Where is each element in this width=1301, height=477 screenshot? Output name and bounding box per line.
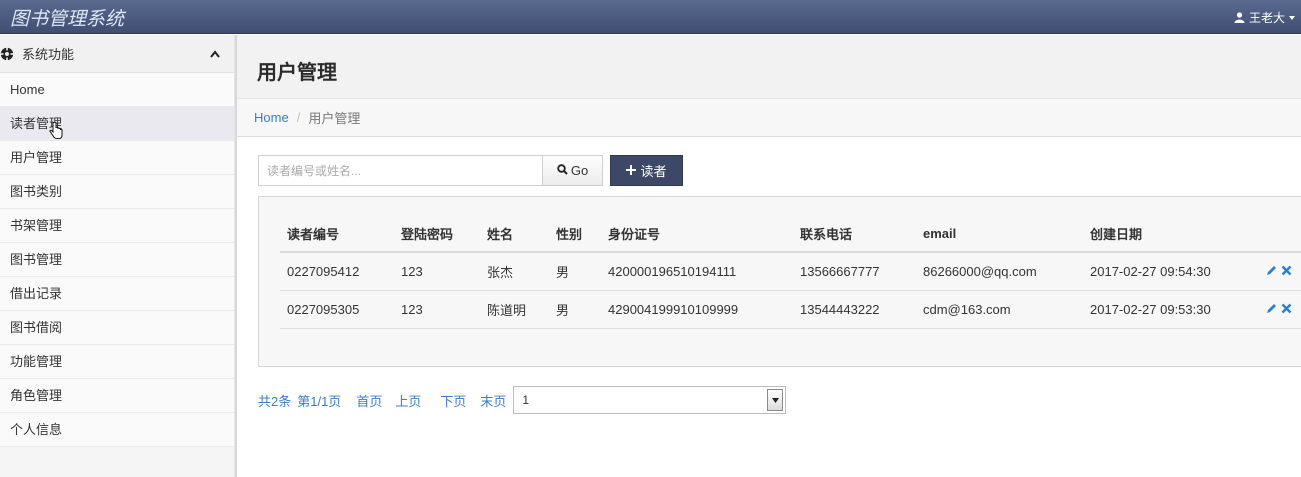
chevron-down-icon — [1289, 15, 1295, 21]
sidebar-item-home[interactable]: Home — [0, 73, 234, 107]
sidebar-section-header[interactable]: 系统功能 — [0, 35, 234, 73]
page-header: 用户管理 — [237, 35, 1301, 99]
sidebar-item-book-management[interactable]: 图书管理 — [0, 243, 234, 277]
cell-email: 86266000@qq.com — [916, 252, 1083, 291]
pager-first-link[interactable]: 首页 — [356, 391, 382, 410]
user-icon — [1234, 12, 1245, 23]
sidebar-item-book-borrowing[interactable]: 图书借阅 — [0, 311, 234, 345]
dropdown-arrow-icon[interactable] — [767, 389, 784, 411]
table-row: 0227095412 123 张杰 男 420000196510194111 1… — [280, 252, 1301, 291]
cell-id-number: 429004199910109999 — [601, 290, 793, 329]
delete-icon[interactable] — [1281, 264, 1292, 279]
sidebar-item-role-management[interactable]: 角色管理 — [0, 379, 234, 413]
cell-id-number: 420000196510194111 — [601, 252, 793, 291]
column-header: 创建日期 — [1083, 215, 1259, 253]
app-title[interactable]: 图书管理系统 — [10, 4, 124, 31]
pager-last-link[interactable]: 末页 — [480, 391, 506, 410]
cell-reader-id: 0227095305 — [280, 290, 394, 329]
cell-name: 张杰 — [480, 252, 549, 291]
go-button-label: Go — [570, 163, 589, 178]
add-reader-label: 读者 — [640, 164, 667, 179]
breadcrumb-current: 用户管理 — [308, 111, 361, 126]
add-reader-button[interactable]: 读者 — [610, 155, 683, 186]
reader-table: 读者编号 登陆密码 姓名 性别 身份证号 联系电话 email 创建日期 022… — [280, 215, 1301, 329]
column-header: email — [916, 215, 1083, 253]
cell-reader-id: 0227095412 — [280, 252, 394, 291]
cell-actions — [1259, 252, 1301, 291]
column-header: 性别 — [549, 215, 601, 253]
sidebar-item-shelf-management[interactable]: 书架管理 — [0, 209, 234, 243]
sidebar-item-reader-management[interactable]: 读者管理 — [0, 107, 234, 141]
sidebar-section-label: 系统功能 — [22, 47, 75, 62]
page-title: 用户管理 — [257, 62, 337, 84]
delete-icon[interactable] — [1281, 302, 1292, 317]
cell-gender: 男 — [549, 252, 601, 291]
user-menu[interactable]: 王老大 — [1234, 9, 1295, 26]
sidebar-item-function-management[interactable]: 功能管理 — [0, 345, 234, 379]
search-input[interactable] — [258, 155, 542, 186]
search-bar: Go 读者 — [258, 155, 683, 186]
search-icon — [557, 163, 568, 178]
page-select-value: 1 — [522, 393, 530, 407]
table-panel: 读者编号 登陆密码 姓名 性别 身份证号 联系电话 email 创建日期 022… — [258, 196, 1301, 367]
edit-icon[interactable] — [1266, 264, 1277, 279]
table-row: 0227095305 123 陈道明 男 429004199910109999 … — [280, 290, 1301, 329]
pager-total: 共2条 — [258, 393, 292, 409]
breadcrumb-home-link[interactable]: Home — [254, 110, 289, 125]
column-header: 登陆密码 — [394, 215, 480, 253]
breadcrumb: Home / 用户管理 — [237, 99, 1301, 137]
top-navbar: 图书管理系统 王老大 — [0, 0, 1301, 34]
column-header-actions — [1259, 215, 1301, 253]
pager-prev-link[interactable]: 上页 — [395, 391, 421, 410]
sidebar-item-user-management[interactable]: 用户管理 — [0, 141, 234, 175]
sidebar-item-personal-info[interactable]: 个人信息 — [0, 413, 234, 447]
cell-password: 123 — [394, 290, 480, 329]
sidebar-item-book-category[interactable]: 图书类别 — [0, 175, 234, 209]
cell-actions — [1259, 290, 1301, 329]
page-select[interactable]: 1 — [513, 386, 787, 414]
go-button[interactable]: Go — [542, 155, 603, 186]
sidebar-item-loan-records[interactable]: 借出记录 — [0, 277, 234, 311]
cell-password: 123 — [394, 252, 480, 291]
edit-icon[interactable] — [1266, 302, 1277, 317]
cell-phone: 13544443222 — [793, 290, 916, 329]
main-content: 用户管理 Home / 用户管理 Go 读者 读者编号 登陆密码 姓 — [237, 35, 1301, 477]
pagination: 共2条 第1/1页 首页 上页 下页 末页 1 — [258, 386, 787, 414]
column-header: 姓名 — [480, 215, 549, 253]
cell-created-date: 2017-02-27 09:53:30 — [1083, 290, 1259, 329]
cell-phone: 13566667777 — [793, 252, 916, 291]
cell-email: cdm@163.com — [916, 290, 1083, 329]
pager-next-link[interactable]: 下页 — [440, 391, 466, 410]
table-header-row: 读者编号 登陆密码 姓名 性别 身份证号 联系电话 email 创建日期 — [280, 215, 1301, 253]
pager-page-info: 第1/1页 — [297, 393, 342, 409]
chevron-up-icon[interactable] — [210, 46, 220, 61]
column-header: 身份证号 — [601, 215, 793, 253]
dashboard-icon — [0, 47, 14, 61]
cell-gender: 男 — [549, 290, 601, 329]
plus-icon — [626, 163, 637, 178]
sidebar: 系统功能 Home 读者管理 用户管理 图书类别 书架管理 图书管理 借出记录 … — [0, 35, 234, 477]
cell-created-date: 2017-02-27 09:54:30 — [1083, 252, 1259, 291]
cell-name: 陈道明 — [480, 290, 549, 329]
column-header: 读者编号 — [280, 215, 394, 253]
column-header: 联系电话 — [793, 215, 916, 253]
breadcrumb-separator: / — [296, 110, 301, 125]
user-name: 王老大 — [1248, 11, 1285, 25]
